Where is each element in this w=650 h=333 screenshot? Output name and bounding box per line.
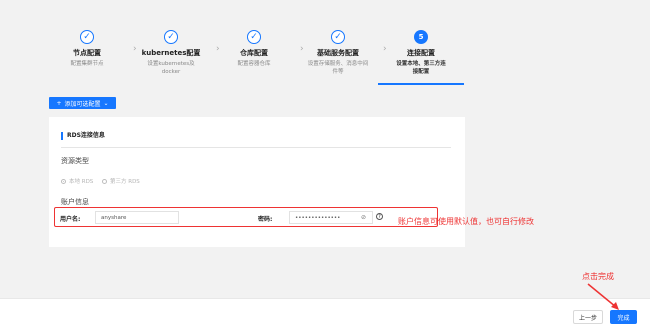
prev-step-button[interactable]: 上一步 xyxy=(573,310,603,324)
footer-bar xyxy=(0,298,650,333)
step-title: 节点配置 xyxy=(73,49,101,57)
username-input[interactable]: anyshare xyxy=(95,211,179,224)
check-icon: ✓ xyxy=(164,30,178,44)
step-node-config[interactable]: ✓ 节点配置 配置集群节点 xyxy=(44,30,130,68)
radio-third-party-rds[interactable]: 第三方 RDS xyxy=(102,177,140,185)
annotation-note: 账户信息可使用默认值，也可自行修改 xyxy=(398,217,534,226)
step-title: 连接配置 xyxy=(407,49,435,57)
check-icon: ✓ xyxy=(80,30,94,44)
password-label: 密码: xyxy=(258,216,273,223)
step-title: kubernetes配置 xyxy=(141,49,201,57)
section-title: RDS连接信息 xyxy=(61,132,105,140)
add-button-label: 添加可选配置 xyxy=(64,100,101,108)
password-input[interactable]: •••••••••••••• ⊘ xyxy=(289,211,373,224)
annotation-click-done: 点击完成 xyxy=(582,272,614,281)
rds-connection-panel: RDS连接信息 资源类型 本地 RDS 第三方 RDS 账户信息 用户名: an… xyxy=(49,117,465,247)
account-info-label: 账户信息 xyxy=(61,198,89,206)
annotation-arrow-icon xyxy=(587,283,619,310)
step-connection-config[interactable]: 5 连接配置 设置本地、第三方连接配置 xyxy=(378,30,464,85)
chevron-down-icon: ⌄ xyxy=(103,99,109,107)
step-title: 仓库配置 xyxy=(240,49,268,57)
radio-local-rds[interactable]: 本地 RDS xyxy=(61,177,93,185)
radio-label: 本地 RDS xyxy=(69,179,94,185)
divider xyxy=(61,147,451,149)
radio-dot xyxy=(102,178,107,184)
step-repo-config[interactable]: ✓ 仓库配置 配置容器仓库 xyxy=(211,30,297,68)
step-desc: 设置存储服务、消息中间件等 xyxy=(307,61,369,75)
credentials-row: 用户名: anyshare 密码: •••••••••••••• ⊘ ? xyxy=(54,207,438,227)
finish-button[interactable]: 完成 xyxy=(610,310,637,324)
username-label: 用户名: xyxy=(60,216,81,223)
active-step-underline xyxy=(378,83,464,85)
check-icon: ✓ xyxy=(247,30,261,44)
radio-label: 第三方 RDS xyxy=(110,179,140,185)
step-title: 基础服务配置 xyxy=(317,49,359,57)
plus-icon: + xyxy=(56,99,62,107)
resource-type-label: 资源类型 xyxy=(61,157,89,165)
check-icon: ✓ xyxy=(331,30,345,44)
step-number: 5 xyxy=(414,30,428,44)
add-optional-config-button[interactable]: + 添加可选配置 ⌄ xyxy=(49,97,116,109)
step-desc: 设置kubernetes及docker xyxy=(147,61,195,75)
password-value: •••••••••••••• xyxy=(295,214,341,221)
eye-icon[interactable]: ⊘ xyxy=(361,214,366,221)
step-base-service-config[interactable]: ✓ 基础服务配置 设置存储服务、消息中间件等 xyxy=(295,30,381,76)
radio-dot xyxy=(61,178,66,184)
help-icon[interactable]: ? xyxy=(376,213,383,220)
step-kubernetes-config[interactable]: ✓ kubernetes配置 设置kubernetes及docker xyxy=(128,30,214,76)
step-desc: 配置容器仓库 xyxy=(237,61,271,67)
step-desc: 设置本地、第三方连接配置 xyxy=(396,61,446,75)
step-desc: 配置集群节点 xyxy=(70,61,104,67)
wizard-steps: ✓ 节点配置 配置集群节点 › ✓ kubernetes配置 设置kuberne… xyxy=(0,0,650,88)
